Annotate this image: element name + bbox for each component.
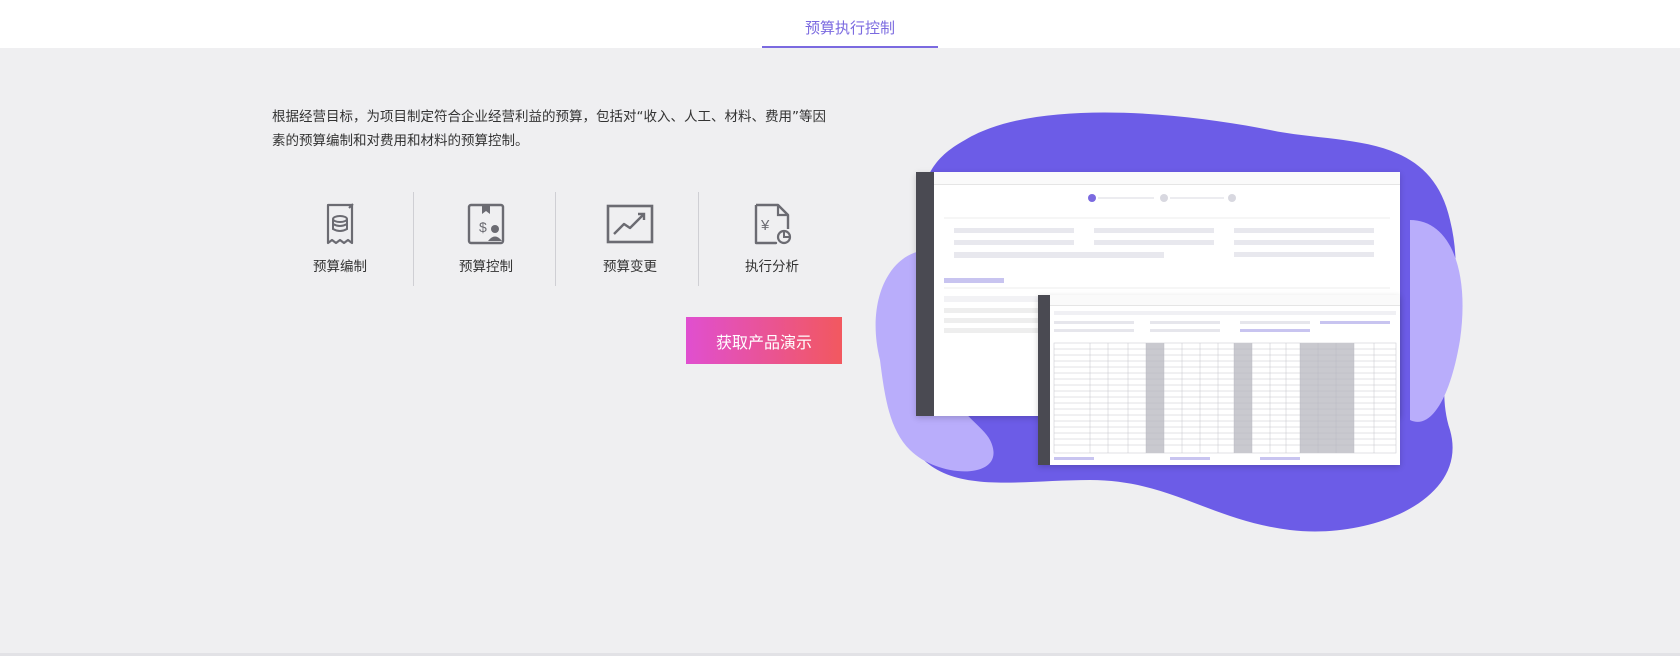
top-nav: 预算执行控制 [0, 0, 1680, 48]
feature-list: 预算编制 $ 预算控制 预算变更 ¥ 执行分析 [272, 192, 816, 288]
screenshot-sidebar [1038, 295, 1050, 465]
feature-execution-analysis[interactable]: ¥ 执行分析 [704, 192, 840, 288]
feature-budget-compile[interactable]: 预算编制 [272, 192, 408, 288]
feature-label: 预算控制 [459, 259, 513, 275]
feature-label: 预算变更 [603, 259, 657, 275]
feature-label: 预算编制 [313, 259, 367, 275]
divider [555, 192, 556, 286]
feature-budget-change[interactable]: 预算变更 [562, 192, 698, 288]
trend-chart-icon [606, 204, 654, 244]
feature-description: 根据经营目标，为项目制定符合企业经营利益的预算，包括对“收入、人工、材料、费用”… [272, 109, 826, 149]
get-product-demo-button[interactable]: 获取产品演示 [686, 317, 842, 364]
feature-budget-control[interactable]: $ 预算控制 [418, 192, 554, 288]
tab-budget-execution-control[interactable]: 预算执行控制 [762, 0, 938, 48]
budget-database-icon [326, 203, 354, 245]
tab-label: 预算执行控制 [804, 19, 895, 37]
screenshot-sidebar [916, 172, 934, 416]
screenshot-table [1053, 311, 1397, 460]
app-screenshot-front [1038, 295, 1400, 465]
yuan-analysis-icon: ¥ [754, 203, 792, 245]
feature-label: 执行分析 [745, 259, 799, 275]
product-illustration [870, 100, 1470, 540]
svg-text:$: $ [479, 219, 487, 235]
active-tab-indicator [762, 46, 938, 48]
budget-control-icon: $ [467, 203, 505, 245]
divider [698, 192, 699, 286]
svg-text:¥: ¥ [760, 217, 770, 234]
divider [413, 192, 414, 286]
